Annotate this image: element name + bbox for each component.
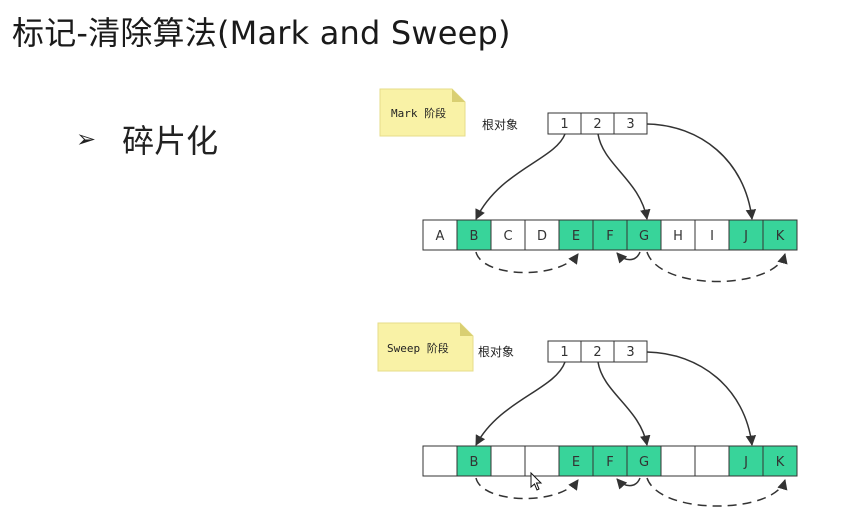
- heap-cell-label: E: [572, 455, 580, 470]
- sweep-arrow-root2-g: [597, 361, 651, 447]
- heap-cell-label: K: [776, 229, 785, 244]
- heap-cell-unmarked: [660, 445, 696, 477]
- sweep-arrow-g-f: [616, 477, 641, 490]
- mark-arrow-g-f: [616, 251, 641, 264]
- heap-cell-label: B: [470, 229, 479, 244]
- root-slot-label: 2: [593, 345, 601, 360]
- heap-cell-unmarked: [694, 445, 730, 477]
- heap-cell-label: C: [503, 229, 512, 244]
- mark-phase-note: Mark 阶段: [379, 88, 466, 137]
- heap-cell-unmarked: [490, 445, 526, 477]
- root-slot-label: 1: [560, 345, 568, 360]
- sweep-arrow-root3-j: [646, 351, 757, 447]
- sweep-reference-arrows: [475, 351, 788, 507]
- sweep-heap: BEFGJK: [422, 445, 798, 477]
- mark-sweep-diagram: Mark 阶段 根对象 1 2 3 A B C D E F G H I J K Sweep 阶段 根对象…: [377, 88, 798, 507]
- heap-cell-label: E: [572, 229, 580, 244]
- mark-root-set: 1 2 3: [547, 112, 648, 135]
- mark-arrow-g-k: [646, 251, 788, 283]
- sweep-arrow-g-k: [646, 477, 788, 507]
- heap-cell-label: D: [537, 229, 547, 244]
- heap-cell-label: F: [606, 455, 613, 470]
- mark-reference-arrows: [475, 123, 788, 283]
- heap-cell-unmarked: [524, 445, 560, 477]
- mark-arrow-root2-g: [597, 133, 651, 221]
- heap-cell-label: J: [743, 455, 748, 470]
- heap-cell-label: G: [639, 229, 649, 244]
- heap-cell-label: G: [639, 455, 649, 470]
- mark-arrow-b-e: [475, 251, 579, 274]
- heap-cell-label: B: [470, 455, 479, 470]
- sweep-root-label: 根对象: [478, 345, 514, 359]
- heap-cell-label: A: [436, 229, 445, 244]
- heap-cell-label: K: [776, 455, 785, 470]
- sweep-phase-note-text: Sweep 阶段: [387, 341, 449, 355]
- root-slot-label: 3: [626, 117, 634, 132]
- mark-arrow-root1-b: [475, 133, 566, 220]
- mark-phase-note-text: Mark 阶段: [391, 106, 446, 120]
- sweep-phase-note: Sweep 阶段: [377, 322, 474, 372]
- root-slot-label: 2: [593, 117, 601, 132]
- root-slot-label: 1: [560, 117, 568, 132]
- mark-root-label: 根对象: [482, 118, 518, 132]
- sweep-phase: Sweep 阶段 根对象 1 2 3 B E F G J K: [377, 322, 798, 507]
- root-slot-label: 3: [626, 345, 634, 360]
- heap-cell-label: F: [606, 229, 613, 244]
- mark-arrow-root3-j: [646, 123, 757, 221]
- sweep-root-set: 1 2 3: [547, 340, 648, 363]
- sweep-arrow-b-e: [475, 477, 579, 500]
- heap-cell-label: J: [743, 229, 748, 244]
- mark-heap: A B C D E F G H I J K: [422, 219, 798, 251]
- mark-phase: Mark 阶段 根对象 1 2 3 A B C D E F G H I J K: [379, 88, 798, 283]
- heap-cell-label: I: [710, 229, 714, 244]
- heap-cell-unmarked: [422, 445, 458, 477]
- heap-cell-label: H: [673, 229, 683, 244]
- sweep-arrow-root1-b: [475, 361, 566, 446]
